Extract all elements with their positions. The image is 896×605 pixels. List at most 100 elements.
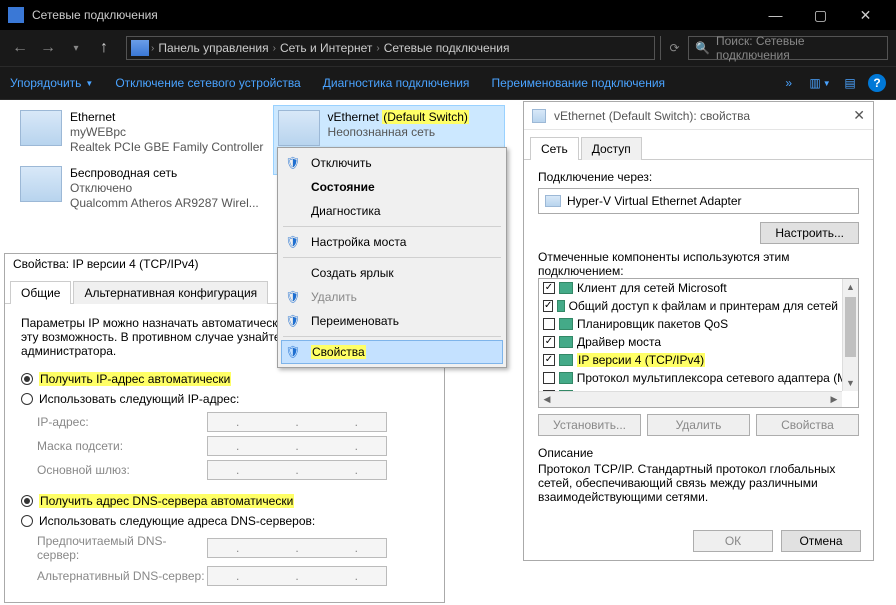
component-item[interactable]: Планировщик пакетов QoS bbox=[539, 315, 858, 333]
ctx-rename[interactable]: Переименовать bbox=[281, 309, 503, 333]
refresh-button[interactable]: ⟳ bbox=[660, 36, 688, 60]
address-bar[interactable]: › Панель управления › Сеть и Интернет › … bbox=[126, 36, 655, 60]
radio-auto-ip[interactable]: Получить IP-адрес автоматически bbox=[21, 372, 428, 386]
preview-pane-button[interactable]: ▤ bbox=[838, 71, 862, 95]
connection-properties-dialog: vEthernet (Default Switch): свойства ✕ С… bbox=[523, 101, 874, 561]
uninstall-button[interactable]: Удалить bbox=[647, 414, 750, 436]
component-item[interactable]: Протокол мультиплексора сетевого адаптер… bbox=[539, 369, 858, 387]
dialog-header: vEthernet (Default Switch): свойства ✕ bbox=[524, 102, 873, 130]
checkbox[interactable] bbox=[543, 318, 555, 330]
diagnose-button[interactable]: Диагностика подключения bbox=[323, 76, 470, 90]
history-dropdown[interactable]: ▾ bbox=[64, 36, 88, 60]
label-dns2: Альтернативный DNS-сервер: bbox=[37, 569, 207, 583]
ctx-shortcut[interactable]: Создать ярлык bbox=[281, 261, 503, 285]
help-button[interactable]: ? bbox=[868, 74, 886, 92]
horizontal-scrollbar[interactable]: ◀ ▶ bbox=[539, 391, 842, 407]
connection-ethernet[interactable]: Ethernet myWEBpc Realtek PCIe GBE Family… bbox=[16, 106, 267, 159]
connection-status: Отключено bbox=[70, 181, 259, 196]
component-icon bbox=[559, 354, 573, 366]
components-list[interactable]: Клиент для сетей Microsoft Общий доступ к… bbox=[538, 278, 859, 408]
connection-name: Беспроводная сеть bbox=[70, 166, 259, 181]
ctx-bridge[interactable]: Настройка моста bbox=[281, 230, 503, 254]
ok-button[interactable]: ОК bbox=[693, 530, 773, 552]
adapter-icon bbox=[545, 195, 561, 207]
component-icon bbox=[559, 372, 573, 384]
checkbox[interactable] bbox=[543, 282, 555, 294]
maximize-button[interactable]: ▢ bbox=[798, 0, 843, 30]
scroll-right-arrow[interactable]: ▶ bbox=[826, 392, 842, 407]
connect-via-label: Подключение через: bbox=[538, 170, 859, 184]
tab-general[interactable]: Общие bbox=[10, 281, 71, 304]
back-button[interactable]: ← bbox=[8, 36, 32, 60]
shield-icon bbox=[285, 289, 301, 305]
subnet-mask-input: ... bbox=[207, 436, 387, 456]
titlebar: Сетевые подключения — ▢ ✕ bbox=[0, 0, 896, 30]
search-input[interactable]: 🔍 Поиск: Сетевые подключения bbox=[688, 36, 888, 60]
disable-device-button[interactable]: Отключение сетевого устройства bbox=[115, 76, 300, 90]
scrollbar-thumb[interactable] bbox=[845, 297, 856, 357]
breadcrumb-seg-1[interactable]: Панель управления bbox=[154, 41, 272, 55]
component-item[interactable]: IP версии 4 (TCP/IPv4) bbox=[539, 351, 858, 369]
tab-sharing[interactable]: Доступ bbox=[581, 137, 642, 160]
component-item[interactable]: Клиент для сетей Microsoft bbox=[539, 279, 858, 297]
more-actions[interactable]: » bbox=[785, 76, 792, 90]
configure-button[interactable]: Настроить... bbox=[760, 222, 859, 244]
radio-static-ip[interactable]: Использовать следующий IP-адрес: bbox=[21, 392, 428, 406]
scroll-down-arrow[interactable]: ▼ bbox=[843, 375, 858, 391]
component-icon bbox=[557, 300, 564, 312]
cancel-button[interactable]: Отмена bbox=[781, 530, 861, 552]
component-name: Клиент для сетей Microsoft bbox=[577, 281, 727, 295]
menu-separator bbox=[283, 226, 501, 227]
label-dns1: Предпочитаемый DNS-сервер: bbox=[37, 534, 207, 562]
description-text: Протокол TCP/IP. Стандартный протокол гл… bbox=[538, 462, 859, 504]
ctx-status[interactable]: Состояние bbox=[281, 175, 503, 199]
close-button[interactable]: ✕ bbox=[843, 0, 888, 30]
window-title: Сетевые подключения bbox=[32, 8, 753, 22]
close-button[interactable]: ✕ bbox=[853, 107, 865, 124]
properties-button[interactable]: Свойства bbox=[756, 414, 859, 436]
tab-network[interactable]: Сеть bbox=[530, 137, 579, 160]
nic-icon bbox=[20, 166, 62, 202]
gateway-input: ... bbox=[207, 460, 387, 480]
dns2-input: ... bbox=[207, 566, 387, 586]
breadcrumb-seg-2[interactable]: Сеть и Интернет bbox=[276, 41, 376, 55]
shield-icon bbox=[285, 234, 301, 250]
checkbox[interactable] bbox=[543, 372, 555, 384]
app-icon bbox=[8, 7, 24, 23]
checkbox[interactable] bbox=[543, 300, 553, 312]
scroll-up-arrow[interactable]: ▲ bbox=[843, 279, 858, 295]
connection-wlan[interactable]: Беспроводная сеть Отключено Qualcomm Ath… bbox=[16, 162, 263, 215]
ctx-properties[interactable]: Свойства bbox=[281, 340, 503, 364]
search-icon: 🔍 bbox=[695, 41, 710, 55]
checkbox[interactable] bbox=[543, 336, 555, 348]
view-layout-button[interactable]: ▥ ▼ bbox=[808, 71, 832, 95]
rename-connection-button[interactable]: Переименование подключения bbox=[491, 76, 665, 90]
minimize-button[interactable]: — bbox=[753, 0, 798, 30]
ctx-diagnose[interactable]: Диагностика bbox=[281, 199, 503, 223]
ctx-delete[interactable]: Удалить bbox=[281, 285, 503, 309]
navigation-bar: ← → ▾ ↑ › Панель управления › Сеть и Инт… bbox=[0, 30, 896, 66]
shield-icon bbox=[285, 155, 301, 171]
scroll-left-arrow[interactable]: ◀ bbox=[539, 392, 555, 407]
install-button[interactable]: Установить... bbox=[538, 414, 641, 436]
up-button[interactable]: ↑ bbox=[92, 36, 116, 60]
adapter-name: Hyper-V Virtual Ethernet Adapter bbox=[567, 194, 742, 208]
organize-menu[interactable]: Упорядочить▼ bbox=[10, 76, 93, 90]
component-item[interactable]: Драйвер моста bbox=[539, 333, 858, 351]
forward-button[interactable]: → bbox=[36, 36, 60, 60]
radio-icon bbox=[21, 515, 33, 527]
tab-alt-config[interactable]: Альтернативная конфигурация bbox=[73, 281, 268, 304]
shield-icon bbox=[285, 313, 301, 329]
breadcrumb-seg-3[interactable]: Сетевые подключения bbox=[380, 41, 514, 55]
nic-icon bbox=[20, 110, 62, 146]
checkbox[interactable] bbox=[543, 354, 555, 366]
radio-static-dns[interactable]: Использовать следующие адреса DNS-сервер… bbox=[21, 514, 428, 528]
vertical-scrollbar[interactable]: ▲ ▼ bbox=[842, 279, 858, 391]
component-item[interactable]: Общий доступ к файлам и принтерам для се… bbox=[539, 297, 858, 315]
location-icon bbox=[131, 40, 149, 56]
radio-auto-dns[interactable]: Получить адрес DNS-сервера автоматически bbox=[21, 494, 428, 508]
nic-icon bbox=[278, 110, 320, 146]
component-name: IP версии 4 (TCP/IPv4) bbox=[577, 353, 705, 367]
ctx-disable[interactable]: Отключить bbox=[281, 151, 503, 175]
component-name: Протокол мультиплексора сетевого адаптер… bbox=[577, 371, 854, 385]
